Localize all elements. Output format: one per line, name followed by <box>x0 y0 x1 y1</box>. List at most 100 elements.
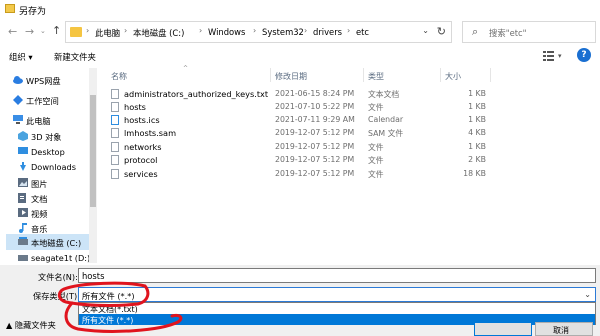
file-row[interactable]: hosts.ics 2021-07-11 9:29 AM Calendar 1 … <box>111 114 591 127</box>
view-options-icon[interactable] <box>543 50 557 64</box>
file-type: 文件 <box>368 156 384 165</box>
address-dropdown-chevron-icon[interactable]: ⌄ <box>422 26 429 35</box>
breadcrumb-separator-icon[interactable]: › <box>253 26 256 35</box>
breadcrumb-item[interactable]: etc <box>356 27 369 37</box>
breadcrumb-item[interactable]: drivers <box>313 27 342 37</box>
column-divider[interactable] <box>270 68 271 82</box>
file-size: 1 KB <box>468 102 486 111</box>
file-type: 文件 <box>368 170 384 179</box>
file-row[interactable]: protocol 2019-12-07 5:12 PM 文件 2 KB <box>111 154 591 167</box>
breadcrumb-item[interactable]: 本地磁盘 (C:) <box>133 27 184 39</box>
file-row[interactable]: services 2019-12-07 5:12 PM 文件 18 KB <box>111 168 591 181</box>
nav-item-documents[interactable]: 文档 <box>11 190 101 206</box>
file-name: lmhosts.sam <box>124 128 177 138</box>
file-name: administrators_authorized_keys.txt <box>124 89 269 99</box>
new-folder-button[interactable]: 新建文件夹 <box>54 51 96 63</box>
hide-folders-button[interactable]: ▲ 隐藏文件夹 <box>6 319 56 331</box>
filetype-select[interactable]: 所有文件 (*.*) ⌄ <box>78 287 596 302</box>
filename-input[interactable]: hosts <box>78 268 596 283</box>
drive-icon <box>18 253 28 262</box>
organize-button[interactable]: 组织 ▾ <box>9 51 33 63</box>
breadcrumb-separator-icon[interactable]: › <box>86 26 89 35</box>
chevron-down-icon[interactable]: ⌄ <box>584 290 591 299</box>
save-button[interactable] <box>474 322 532 336</box>
view-dropdown-chevron-icon[interactable]: ▾ <box>558 52 562 60</box>
title-bar: 另存为 <box>0 0 600 19</box>
nav-item-label: 图片 <box>31 179 48 189</box>
breadcrumb-separator-icon[interactable]: › <box>124 26 127 35</box>
breadcrumb-item[interactable]: System32 <box>262 27 304 37</box>
file-icon <box>111 128 119 138</box>
address-bar[interactable]: › 此电脑 › 本地磁盘 (C:) › Windows › System32 ›… <box>65 21 452 43</box>
file-name: hosts.ics <box>124 115 160 125</box>
video-icon <box>18 208 28 217</box>
file-name: services <box>124 169 158 179</box>
breadcrumb-separator-icon[interactable]: › <box>347 26 350 35</box>
computer-icon <box>13 115 23 124</box>
nav-item-seagate-d[interactable]: seagate1t (D:) <box>11 250 101 266</box>
file-name: protocol <box>124 155 158 165</box>
column-header-size[interactable]: 大小 <box>445 71 461 82</box>
search-box[interactable]: ⌕ 搜索"etc" <box>462 21 596 43</box>
nav-item-label: 3D 对象 <box>31 132 62 142</box>
refresh-icon[interactable]: ↻ <box>437 25 446 38</box>
file-type: 文件 <box>368 143 384 152</box>
file-date: 2019-12-07 5:12 PM <box>275 142 355 151</box>
nav-item-workspace[interactable]: 工作空间 <box>6 92 96 108</box>
nav-item-local-disk-c[interactable]: 本地磁盘 (C:) <box>6 234 89 250</box>
nav-item-label: Downloads <box>31 162 76 172</box>
folder-icon <box>70 27 82 37</box>
filetype-value: 所有文件 (*.*) <box>82 291 135 301</box>
file-row[interactable]: lmhosts.sam 2019-12-07 5:12 PM SAM 文件 4 … <box>111 127 591 140</box>
forward-arrow-icon[interactable]: → <box>25 26 34 37</box>
file-icon <box>111 155 119 165</box>
nav-item-desktop[interactable]: Desktop <box>11 144 101 160</box>
filetype-option-txt[interactable]: 文本文档(*.txt) <box>79 303 595 314</box>
nav-item-3d-objects[interactable]: 3D 对象 <box>11 128 101 144</box>
nav-item-downloads[interactable]: Downloads <box>11 159 101 175</box>
column-header-name[interactable]: 名称 <box>111 71 127 82</box>
back-arrow-icon[interactable]: ← <box>8 26 17 37</box>
nav-item-pictures[interactable]: 图片 <box>11 175 101 191</box>
column-header-type[interactable]: 类型 <box>368 71 384 82</box>
nav-item-wps-cloud[interactable]: WPS网盘 <box>6 72 96 88</box>
file-row[interactable]: administrators_authorized_keys.txt 2021-… <box>111 88 591 101</box>
file-date: 2021-07-10 5:22 PM <box>275 102 355 111</box>
column-divider[interactable] <box>440 68 441 82</box>
file-size: 18 KB <box>463 169 486 178</box>
column-header-date[interactable]: 修改日期 <box>275 71 307 82</box>
column-divider[interactable] <box>490 68 491 82</box>
breadcrumb-item[interactable]: Windows <box>208 27 245 37</box>
cloud-icon <box>13 75 23 84</box>
nav-item-label: Desktop <box>31 147 65 157</box>
workspace-icon <box>13 95 23 105</box>
option-label: 所有文件 (*.*) <box>82 316 134 325</box>
nav-scrollbar-thumb[interactable] <box>90 95 96 207</box>
documents-icon <box>18 193 27 203</box>
column-divider[interactable] <box>363 68 364 82</box>
file-date: 2021-06-15 8:24 PM <box>275 89 355 98</box>
download-icon <box>18 162 27 171</box>
calendar-file-icon <box>111 115 119 125</box>
file-row[interactable]: hosts 2021-07-10 5:22 PM 文件 1 KB <box>111 101 591 114</box>
nav-item-label: 视频 <box>31 209 48 219</box>
file-size: 4 KB <box>468 128 486 137</box>
breadcrumb-item[interactable]: 此电脑 <box>95 27 120 39</box>
breadcrumb-separator-icon[interactable]: › <box>199 26 202 35</box>
filename-value: hosts <box>82 271 105 281</box>
nav-item-videos[interactable]: 视频 <box>11 205 101 221</box>
nav-item-label: 工作空间 <box>26 96 59 106</box>
pictures-icon <box>18 178 28 187</box>
nav-item-this-pc[interactable]: 此电脑 <box>6 112 96 128</box>
breadcrumb-separator-icon[interactable]: › <box>304 26 307 35</box>
up-arrow-icon[interactable]: ↑ <box>52 25 61 36</box>
file-icon <box>111 102 119 112</box>
nav-item-label: 此电脑 <box>26 116 51 126</box>
cancel-button[interactable]: 取消 <box>535 322 593 336</box>
help-icon[interactable]: ? <box>577 48 591 62</box>
file-type: SAM 文件 <box>368 129 404 138</box>
desktop-icon <box>18 147 28 156</box>
file-row[interactable]: networks 2019-12-07 5:12 PM 文件 1 KB <box>111 141 591 154</box>
file-date: 2019-12-07 5:12 PM <box>275 155 355 164</box>
recent-locations-chevron-icon[interactable]: ⌄ <box>40 26 46 37</box>
